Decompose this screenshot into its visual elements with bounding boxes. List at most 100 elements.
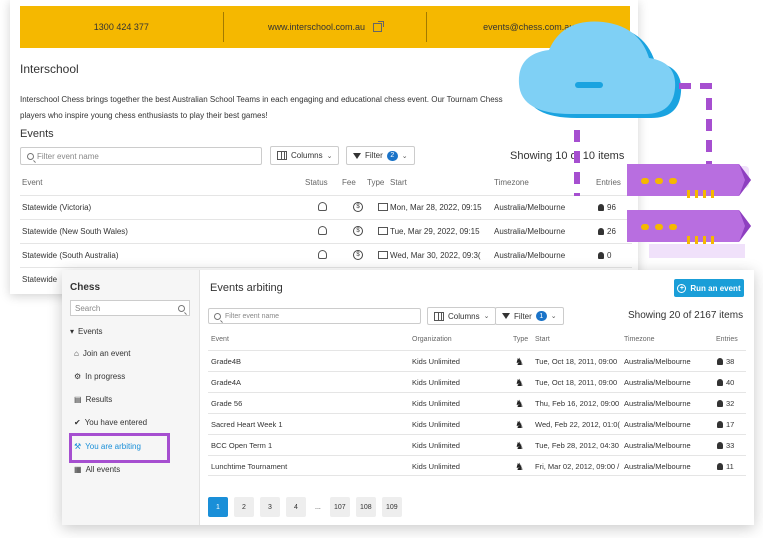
sidebar: Chess Search ▾ Events ⌂ Join an event ⚙ … (62, 270, 200, 525)
chevron-down-icon: ⌄ (326, 152, 333, 160)
filter-label: Filter (365, 151, 383, 160)
person-icon (717, 421, 723, 428)
column-header-start[interactable]: Start (390, 178, 407, 187)
page-button-3[interactable]: 3 (260, 497, 280, 517)
columns-icon (277, 151, 287, 160)
calendar-icon: ▦ (74, 465, 82, 474)
event-start: Tue, Oct 18, 2011, 09:00 (535, 357, 618, 366)
event-search-input[interactable]: Filter event name (20, 147, 262, 165)
columns-label: Columns (448, 311, 480, 321)
columns-button[interactable]: Columns ⌄ (270, 146, 340, 165)
person-icon (717, 400, 723, 407)
column-header-type[interactable]: Type (513, 336, 528, 343)
chess-knight-icon: ♞ (515, 378, 524, 389)
event-organization: Kids Unlimited (412, 441, 460, 450)
event-start: Tue, Feb 28, 2012, 04:30 (535, 441, 619, 450)
page-button-2[interactable]: 2 (234, 497, 254, 517)
event-timezone: Australia/Melbourne (624, 378, 691, 387)
event-start: Fri, Mar 02, 2012, 09:00 / (535, 462, 620, 471)
page-button-108[interactable]: 108 (355, 497, 376, 517)
external-link-icon (373, 20, 385, 32)
column-header-timezone[interactable]: Timezone (624, 336, 654, 343)
event-entries: 17 (726, 420, 735, 429)
person-icon (717, 379, 723, 386)
column-header-start[interactable]: Start (535, 336, 550, 343)
run-event-label: Run an event (690, 283, 741, 293)
event-name: Grade 56 (211, 399, 243, 408)
event-organization: Kids Unlimited (412, 462, 460, 471)
filter-button[interactable]: Filter 1 ⌄ (495, 307, 564, 325)
sidebar-search-input[interactable]: Search (70, 300, 190, 316)
table-row[interactable]: Lunchtime Tournament Kids Unlimited ♞ Fr… (208, 455, 746, 476)
table-row[interactable]: Sacred Heart Week 1 Kids Unlimited ♞ Wed… (208, 413, 746, 434)
sidebar-item-join-event[interactable]: ⌂ Join an event (74, 349, 130, 358)
chevron-down-icon: ⌄ (550, 313, 557, 320)
event-name: Sacred Heart Week 1 (211, 420, 283, 429)
run-event-button[interactable]: + Run an event (674, 279, 744, 297)
contact-phone[interactable]: 1300 424 377 (20, 22, 223, 32)
event-timezone: Australia/Melbourne (624, 462, 691, 471)
column-header-type[interactable]: Type (367, 178, 384, 187)
search-icon (178, 304, 185, 312)
search-icon (27, 152, 34, 160)
document-icon: ▤ (74, 395, 82, 404)
event-entries: 38 (726, 357, 735, 366)
contact-website[interactable]: www.interschool.com.au (224, 20, 427, 32)
event-start: Tue, Mar 29, 2022, 09:15 (390, 227, 480, 236)
event-name: Lunchtime Tournament (211, 462, 288, 471)
event-timezone: Australia/Melbourne (624, 357, 691, 366)
column-header-status[interactable]: Status (305, 178, 328, 187)
sidebar-item-results[interactable]: ▤ Results (74, 395, 112, 404)
column-header-organization[interactable]: Organization (412, 336, 452, 343)
event-start: Wed, Feb 22, 2012, 01:0( (535, 420, 620, 429)
search-placeholder: Filter event name (225, 312, 280, 320)
page-button-1[interactable]: 1 (208, 497, 228, 517)
person-icon (717, 442, 723, 449)
event-organization: Kids Unlimited (412, 399, 460, 408)
chess-knight-icon: ♞ (515, 399, 524, 410)
chess-knight-icon: ♞ (515, 462, 524, 473)
contact-divider (222, 12, 224, 42)
coin-icon: $ (353, 202, 363, 212)
event-search-input[interactable]: Filter event name (208, 308, 421, 324)
event-name: BCC Open Term 1 (211, 441, 273, 450)
page-description: Interschool Chess brings together the be… (20, 95, 503, 120)
search-placeholder: Filter event name (37, 151, 99, 161)
coin-icon: $ (353, 226, 363, 236)
user-check-icon (318, 250, 327, 259)
column-header-fee[interactable]: Fee (342, 178, 356, 187)
chess-knight-icon: ♞ (515, 357, 524, 368)
sidebar-item-all-events[interactable]: ▦ All events (74, 465, 120, 474)
event-timezone: Australia/Melbourne (624, 399, 691, 408)
event-start: Tue, Oct 18, 2011, 09:00 (535, 378, 618, 387)
sidebar-item-in-progress[interactable]: ⚙ In progress (74, 372, 125, 381)
page-title: Events arbiting (210, 282, 283, 294)
filter-button[interactable]: Filter 2 ⌄ (346, 146, 415, 165)
event-organization: Kids Unlimited (412, 357, 460, 366)
user-check-icon (318, 226, 327, 235)
table-row[interactable]: Grade 56 Kids Unlimited ♞ Thu, Feb 16, 2… (208, 392, 746, 413)
page-button-4[interactable]: 4 (286, 497, 306, 517)
event-entries: 40 (726, 378, 735, 387)
event-start: Mon, Mar 28, 2022, 09:15 (390, 203, 482, 212)
chevron-down-icon: ⌄ (483, 313, 490, 320)
event-name: Statewide (South Australia) (22, 251, 119, 260)
sidebar-item-label: Results (85, 395, 113, 404)
column-header-entries[interactable]: Entries (716, 336, 738, 343)
table-row[interactable]: Grade4A Kids Unlimited ♞ Tue, Oct 18, 20… (208, 371, 746, 392)
column-header-event[interactable]: Event (211, 336, 229, 343)
page-button-109[interactable]: 109 (381, 497, 402, 517)
sidebar-item-label: All events (85, 465, 121, 474)
table-row[interactable]: BCC Open Term 1 Kids Unlimited ♞ Tue, Fe… (208, 434, 746, 455)
event-name: Grade4A (211, 378, 242, 387)
sidebar-item-you-have-entered[interactable]: ✔ You have entered (74, 418, 147, 427)
contact-divider (426, 12, 428, 42)
column-header-event[interactable]: Event (22, 178, 42, 187)
sidebar-item-label: In progress (85, 372, 126, 381)
sidebar-section-events[interactable]: ▾ Events (70, 327, 102, 336)
table-row[interactable]: Grade4B Kids Unlimited ♞ Tue, Oct 18, 20… (208, 350, 746, 371)
page-button-107[interactable]: 107 (329, 497, 350, 517)
columns-button[interactable]: Columns ⌄ (427, 307, 497, 325)
filter-icon (353, 152, 361, 159)
event-entries: 11 (726, 462, 734, 471)
